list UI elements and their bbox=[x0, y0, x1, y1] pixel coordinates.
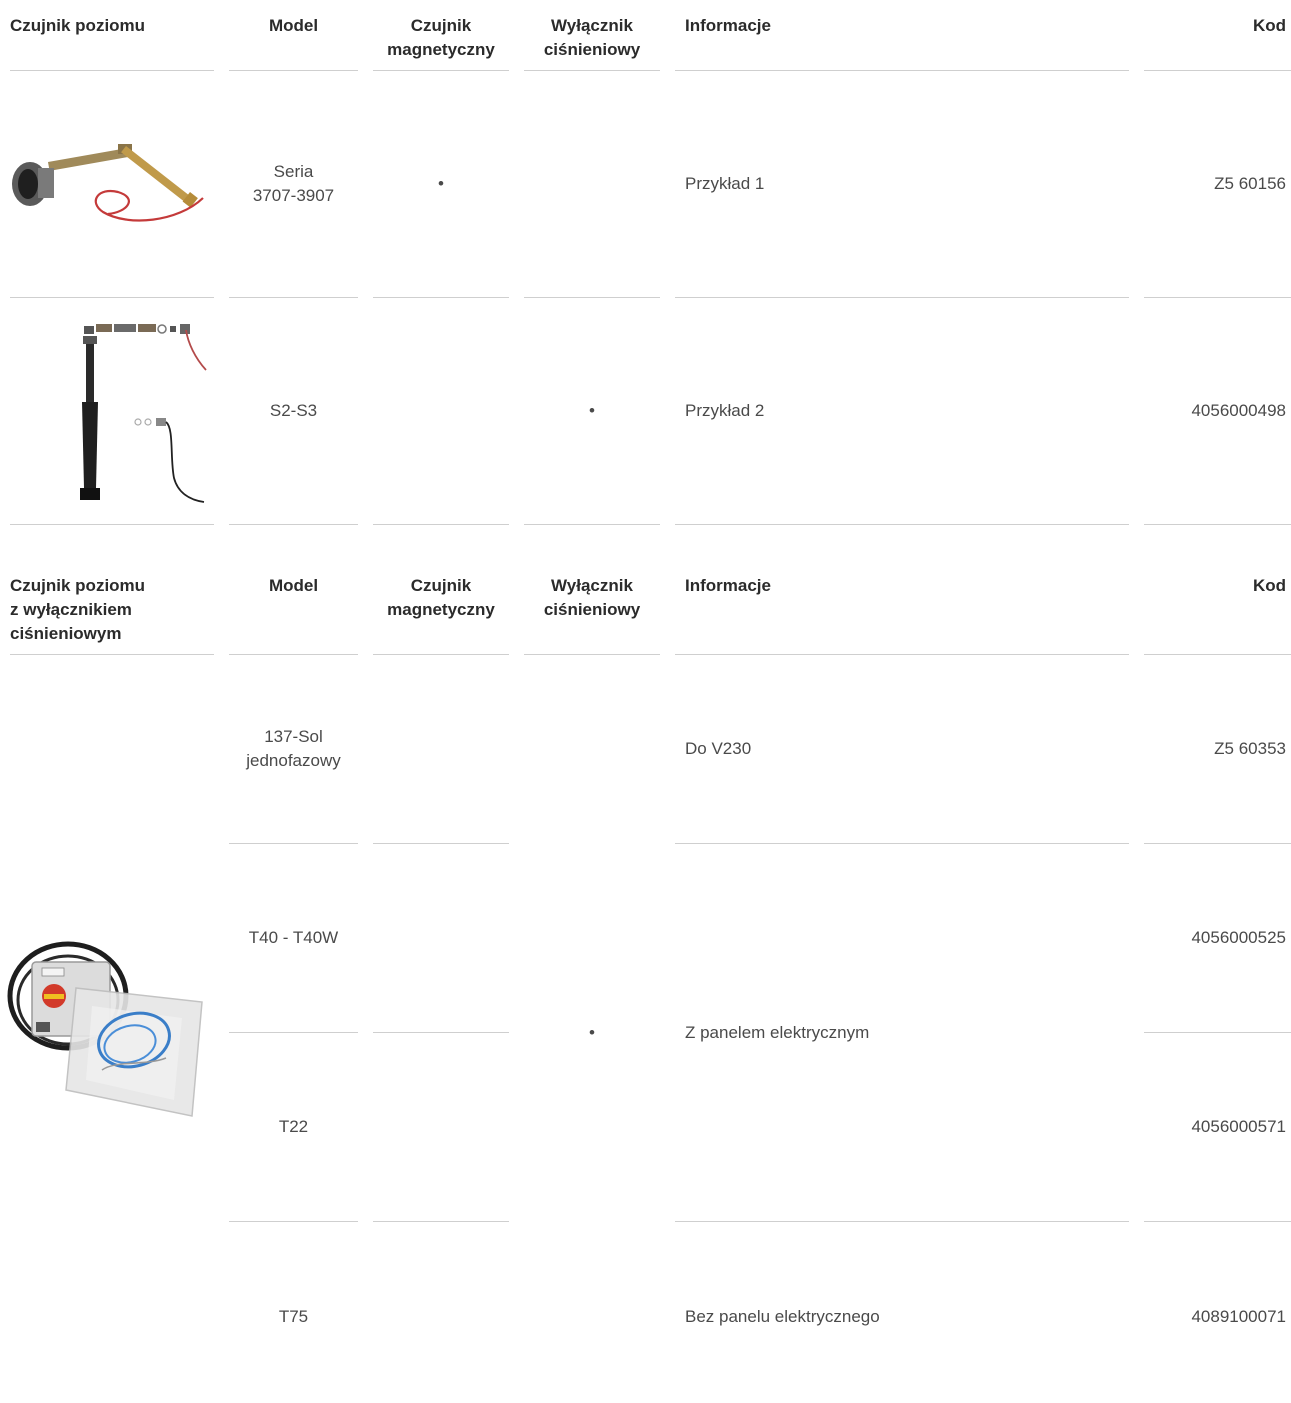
divider bbox=[10, 297, 214, 298]
table1-header-magnetic-line2: magnetyczny bbox=[387, 40, 495, 59]
divider bbox=[373, 654, 509, 655]
table2-header-sensor-line2: z wyłącznikiem bbox=[10, 600, 132, 619]
table2-header-pressure: Wyłącznik ciśnieniowy bbox=[524, 574, 660, 622]
divider bbox=[373, 297, 509, 298]
divider bbox=[373, 1221, 509, 1222]
table1-row1-model-line1: Seria bbox=[273, 162, 314, 181]
divider bbox=[229, 654, 358, 655]
table1-row1-code: Z5 60156 bbox=[1214, 174, 1286, 193]
table1-header-model: Model bbox=[268, 16, 319, 35]
divider bbox=[373, 843, 509, 844]
divider bbox=[10, 654, 214, 655]
table2-row1-code: Z5 60353 bbox=[1214, 739, 1286, 758]
table2-row4-info: Bez panelu elektrycznego bbox=[685, 1307, 880, 1326]
table1-header-code: Kod bbox=[1252, 16, 1286, 35]
divider bbox=[1144, 654, 1291, 655]
table1-header-pressure-line1: Wyłącznik bbox=[551, 16, 633, 35]
table1-header-pressure-line2: ciśnieniowy bbox=[543, 40, 641, 59]
table2-header-model: Model bbox=[268, 576, 319, 595]
table1-row2-code: 4056000498 bbox=[1191, 401, 1286, 420]
table1-row1-magnetic-mark: • bbox=[438, 174, 444, 193]
table1-row1-model-line2: 3707-3907 bbox=[252, 186, 335, 205]
divider bbox=[675, 297, 1129, 298]
table2-header-code: Kod bbox=[1252, 576, 1286, 595]
divider bbox=[524, 70, 660, 71]
table1-header-sensor: Czujnik poziomu bbox=[10, 16, 146, 35]
table2-row2-code: 4056000525 bbox=[1191, 928, 1286, 947]
table2-merged-info: Z panelem elektrycznym bbox=[685, 1023, 870, 1042]
divider bbox=[229, 524, 358, 525]
divider bbox=[10, 524, 214, 525]
divider bbox=[675, 843, 1129, 844]
divider bbox=[229, 70, 358, 71]
table1-row2-model: S2-S3 bbox=[229, 399, 358, 423]
divider bbox=[524, 524, 660, 525]
table2-pressure-mark: • bbox=[589, 1023, 595, 1042]
table2-header-sensor-line1: Czujnik poziomu bbox=[10, 576, 146, 595]
divider bbox=[675, 654, 1129, 655]
divider bbox=[675, 524, 1129, 525]
divider bbox=[1144, 843, 1291, 844]
table2-row3-model: T22 bbox=[278, 1117, 309, 1136]
table1-row1-info: Przykład 1 bbox=[685, 174, 765, 193]
divider bbox=[229, 843, 358, 844]
table2-header-magnetic: Czujnik magnetyczny bbox=[373, 574, 509, 622]
table2-header-pressure-line1: Wyłącznik bbox=[551, 576, 633, 595]
divider bbox=[229, 297, 358, 298]
table2-row2-model: T40 - T40W bbox=[248, 928, 339, 947]
divider bbox=[1144, 1221, 1291, 1222]
table2-row4-code: 4089100071 bbox=[1191, 1307, 1286, 1326]
table2-row4-model: T75 bbox=[278, 1307, 309, 1326]
table2-header-magnetic-line2: magnetyczny bbox=[387, 600, 495, 619]
divider bbox=[229, 1221, 358, 1222]
table2-row1-info: Do V230 bbox=[685, 739, 752, 758]
table2-header-sensor: Czujnik poziomu z wyłącznikiem ciśnienio… bbox=[10, 574, 210, 646]
product-image-level-sensor-s2-s3 bbox=[80, 324, 207, 503]
divider bbox=[373, 1032, 509, 1033]
table1-row2-model-line1: S2-S3 bbox=[269, 401, 318, 420]
divider bbox=[524, 297, 660, 298]
table2-row1-model-line2: jednofazowy bbox=[246, 751, 341, 770]
divider bbox=[1144, 297, 1291, 298]
divider bbox=[1144, 524, 1291, 525]
table2-row1-model: 137-Sol jednofazowy bbox=[229, 725, 358, 773]
table2-row3-code: 4056000571 bbox=[1191, 1117, 1286, 1136]
divider bbox=[524, 654, 660, 655]
divider bbox=[373, 524, 509, 525]
table1-header-magnetic: Czujnik magnetyczny bbox=[373, 14, 509, 62]
table1-row2-info: Przykład 2 bbox=[685, 401, 765, 420]
divider bbox=[229, 1032, 358, 1033]
divider bbox=[373, 70, 509, 71]
table2-header-magnetic-line1: Czujnik bbox=[410, 576, 472, 595]
product-image-level-sensor-with-pressure-switch bbox=[7, 941, 203, 1117]
table1-row2-pressure-mark: • bbox=[589, 401, 595, 420]
table1-header-info: Informacje bbox=[685, 16, 771, 35]
divider bbox=[675, 1221, 1129, 1222]
table1-row1-model: Seria 3707-3907 bbox=[229, 160, 358, 208]
product-image-level-sensor-3707 bbox=[12, 144, 204, 222]
table1-header-pressure: Wyłącznik ciśnieniowy bbox=[524, 14, 660, 62]
divider bbox=[1144, 1032, 1291, 1033]
divider bbox=[1144, 70, 1291, 71]
table2-row1-model-line1: 137-Sol bbox=[264, 727, 323, 746]
divider bbox=[10, 70, 214, 71]
table2-header-sensor-line3: ciśnieniowym bbox=[10, 624, 122, 643]
table2-header-info: Informacje bbox=[685, 576, 771, 595]
divider bbox=[675, 70, 1129, 71]
table2-header-pressure-line2: ciśnieniowy bbox=[543, 600, 641, 619]
table1-header-magnetic-line1: Czujnik bbox=[410, 16, 472, 35]
